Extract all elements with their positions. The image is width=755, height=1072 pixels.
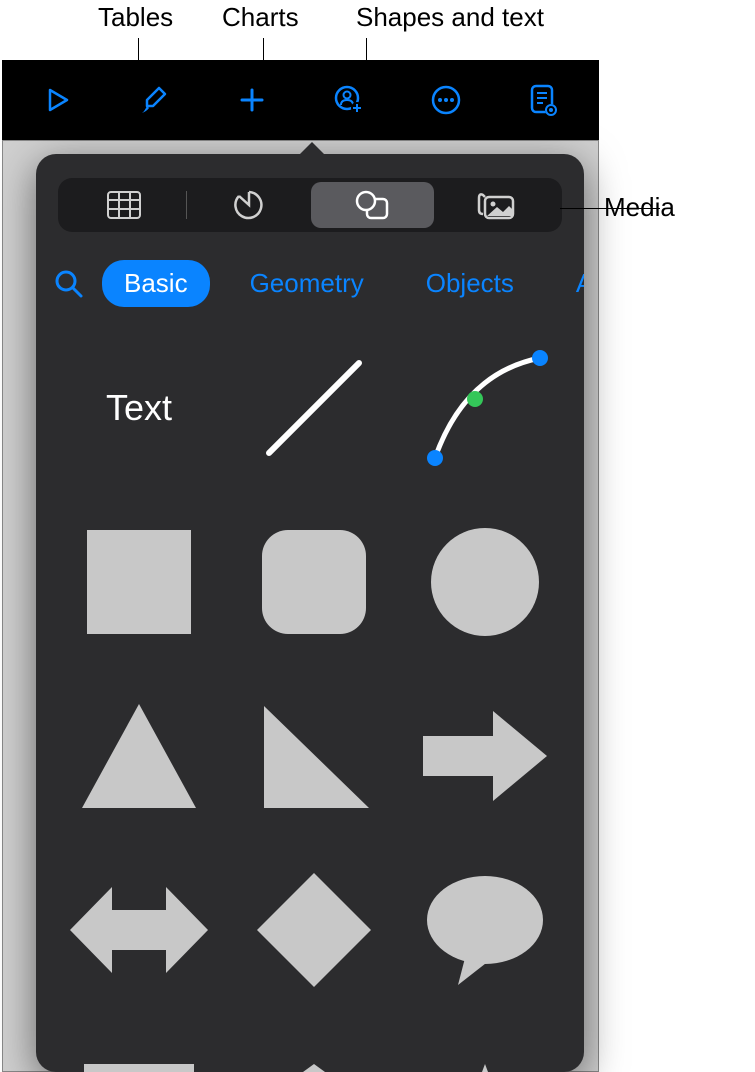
insert-type-segments [58, 178, 562, 232]
segment-charts[interactable] [187, 182, 311, 228]
shape-right-triangle[interactable] [242, 691, 385, 821]
segment-tables[interactable] [62, 182, 186, 228]
shape-pentagon[interactable] [242, 1039, 385, 1072]
shape-curve[interactable] [413, 343, 556, 473]
shape-speech-bubble[interactable] [413, 865, 556, 995]
shape-star[interactable] [413, 1039, 556, 1072]
callout-shapes: Shapes and text [356, 2, 544, 33]
collaborate-button[interactable] [329, 80, 369, 120]
shape-circle[interactable] [413, 517, 556, 647]
play-button[interactable] [38, 80, 78, 120]
shape-arrow-right[interactable] [413, 691, 556, 821]
shape-rounded-square[interactable] [242, 517, 385, 647]
presenter-notes-button[interactable] [523, 80, 563, 120]
callout-tables: Tables [98, 2, 173, 33]
top-toolbar [2, 60, 599, 140]
segment-shapes[interactable] [311, 182, 435, 228]
shape-line[interactable] [242, 343, 385, 473]
shape-callout[interactable] [64, 1039, 214, 1072]
insert-button[interactable] [232, 80, 272, 120]
shape-text[interactable]: Text [64, 343, 214, 473]
shape-diamond[interactable] [242, 865, 385, 995]
callout-media: Media [604, 192, 675, 223]
insert-popover: Basic Geometry Objects Anim Text [36, 154, 584, 1072]
shapes-grid: Text [64, 343, 556, 1072]
segment-media[interactable] [434, 182, 558, 228]
format-brush-button[interactable] [135, 80, 175, 120]
category-animals[interactable]: Anim [554, 260, 584, 307]
more-button[interactable] [426, 80, 466, 120]
category-objects[interactable]: Objects [404, 260, 536, 307]
search-icon[interactable] [54, 269, 84, 299]
callout-labels: Tables Charts Shapes and text [0, 0, 755, 60]
category-geometry[interactable]: Geometry [228, 260, 386, 307]
popover-arrow [296, 142, 328, 158]
text-shape-label: Text [106, 387, 172, 429]
shape-category-tabs: Basic Geometry Objects Anim [54, 260, 566, 307]
shape-triangle[interactable] [64, 691, 214, 821]
callout-charts: Charts [222, 2, 299, 33]
shape-double-arrow[interactable] [64, 865, 214, 995]
category-basic[interactable]: Basic [102, 260, 210, 307]
shape-square[interactable] [64, 517, 214, 647]
